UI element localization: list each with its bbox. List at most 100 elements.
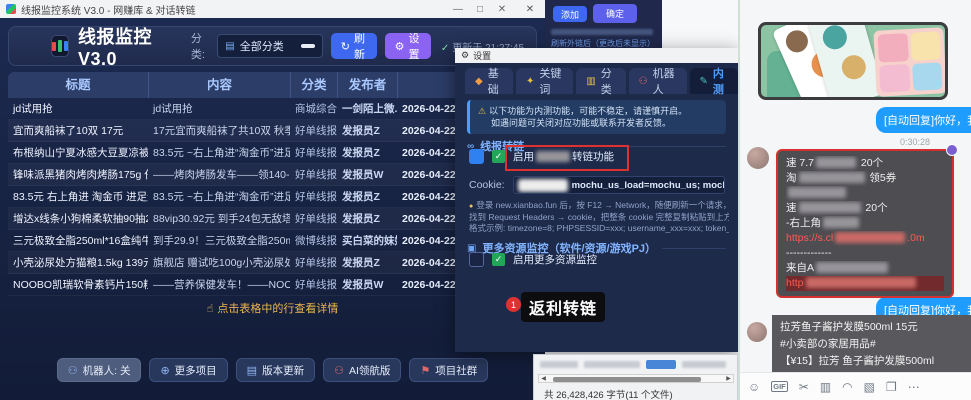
check-icon: ✓ bbox=[441, 43, 449, 54]
message-text: -右上角 bbox=[786, 217, 821, 229]
refresh-button[interactable]: ↻ 刷新 bbox=[331, 33, 377, 59]
blurred-segment bbox=[806, 277, 916, 288]
blurred-file-text bbox=[682, 361, 726, 368]
close-button[interactable]: ✕ bbox=[495, 4, 509, 15]
confirm-button[interactable]: 确定 bbox=[593, 4, 637, 23]
settings-button[interactable]: ⚙ 设置 bbox=[385, 33, 431, 59]
toolbar-button-label: 机器人: 关 bbox=[83, 363, 131, 378]
folder-icon[interactable]: ▥ bbox=[820, 380, 831, 394]
message-line: 淘 领5券 bbox=[786, 171, 944, 186]
clipboard-icon: ▤ bbox=[225, 41, 234, 52]
message-line: ------------- bbox=[786, 246, 944, 261]
table-cell: jd试用抢 bbox=[148, 101, 290, 116]
diamond-icon: ◆ bbox=[475, 76, 483, 87]
tip-line: ●登录 new.xianbao.fun 后，按 F12 → Network，随便… bbox=[469, 200, 729, 212]
message-text: 领5券 bbox=[867, 172, 897, 184]
toolbar-button-label: 更多项目 bbox=[175, 363, 217, 378]
horizontal-scrollbar[interactable]: ◀ ▶ bbox=[538, 374, 734, 383]
column-header[interactable]: 分类 bbox=[290, 72, 337, 98]
column-header[interactable]: 标题 bbox=[8, 72, 148, 98]
table-cell: 83.5元 ~右上角进“淘金币”进足迹... bbox=[148, 189, 290, 204]
table-cell: 好单线报-... bbox=[290, 189, 337, 204]
message-text: ------------- bbox=[786, 247, 831, 259]
message-line: 拉芳鱼子酱护发膜500ml 15元 bbox=[780, 319, 965, 336]
tab-机器人[interactable]: ⚇机器人 bbox=[629, 68, 687, 94]
maximize-button[interactable]: □ bbox=[473, 4, 487, 15]
column-header[interactable]: 内容 bbox=[148, 72, 290, 98]
avatar[interactable] bbox=[747, 322, 767, 342]
blurred-file-text bbox=[584, 361, 640, 368]
warning-text-2: 如遇问题可关闭对应功能或联系开发者反馈。 bbox=[491, 118, 671, 128]
folder-icon: ▥ bbox=[586, 76, 595, 87]
table-cell: 旗舰店 赠试吃100g小壳泌尿处方猫粮... bbox=[148, 255, 290, 270]
message-text: 20个 bbox=[863, 202, 888, 214]
message-text: 淘 bbox=[786, 172, 797, 184]
scroll-right-icon[interactable]: ▶ bbox=[724, 375, 733, 382]
headset-icon[interactable]: ◠ bbox=[842, 380, 852, 394]
column-header[interactable]: 发布者 bbox=[337, 72, 397, 98]
tip-block: ●登录 new.xianbao.fun 后，按 F12 → Network，随便… bbox=[469, 200, 729, 234]
bulb-icon: ● bbox=[469, 203, 473, 210]
gif-icon[interactable]: GIF bbox=[771, 381, 788, 392]
gear-icon: ⚙ bbox=[395, 40, 405, 53]
window-icon[interactable]: ❐ bbox=[886, 380, 897, 394]
table-cell: 布根纳山宁夏冰感大豆夏凉被 83.5元 bbox=[8, 145, 148, 160]
blurred-segment bbox=[799, 172, 865, 183]
checkbox-unchecked[interactable] bbox=[469, 252, 484, 267]
toolbar-button-5[interactable]: ⚑项目社群 bbox=[409, 358, 488, 382]
close-icon[interactable]: ✕ bbox=[526, 4, 534, 15]
chat-message-product: 拉芳鱼子酱护发膜500ml 15元#小卖部の家居用品#【¥15】拉芳 鱼子酱护发… bbox=[772, 315, 971, 372]
message-line: 【¥15】拉芳 鱼子酱护发膜500ml bbox=[780, 353, 965, 370]
category-dropdown[interactable]: ▤ 全部分类 bbox=[217, 34, 322, 58]
tab-分类[interactable]: ▥ 分类 bbox=[576, 68, 625, 94]
add-button[interactable]: 添加 bbox=[553, 6, 587, 22]
chat-window: [自动回复]你好，我现 0:30:28 速 7.7 20个淘 领5券速 20个-… bbox=[738, 0, 971, 400]
blurred-file-text bbox=[540, 361, 578, 368]
table-cell: 微博线报-... bbox=[290, 233, 337, 248]
scroll-left-icon[interactable]: ◀ bbox=[539, 375, 548, 382]
tab-关键词[interactable]: ✦关键词 bbox=[516, 68, 573, 94]
avatar[interactable] bbox=[747, 147, 769, 169]
minimize-button[interactable]: — bbox=[451, 4, 465, 15]
cookie-label: Cookie: bbox=[469, 179, 505, 191]
toolbar-button-4[interactable]: ⚇ AI领航版 bbox=[323, 358, 401, 382]
message-text: 20个 bbox=[858, 157, 883, 169]
table-cell: 一剑陌上微... bbox=[337, 101, 397, 116]
message-line: 来自A bbox=[786, 261, 944, 276]
toolbar-button-2[interactable]: ⊕ 更多项目 bbox=[149, 358, 227, 382]
robot-icon: ⚇ bbox=[334, 364, 344, 377]
tab-内测[interactable]: ✎内测 bbox=[690, 68, 739, 94]
screenshot-stage: 线报监控系统 V3.0 - 网赚库 & 对话转链 — □ ✕ ✕ 线报监控 V3… bbox=[0, 0, 971, 400]
annotation-number-badge: 1 bbox=[506, 297, 521, 312]
checkbox-checked-icon[interactable]: ✓ bbox=[492, 253, 505, 266]
gear-icon: ⚙ bbox=[461, 50, 469, 61]
toolbar-button-1[interactable]: ⚇机器人: 关 bbox=[57, 358, 142, 382]
emoji-icon[interactable]: ☺ bbox=[748, 380, 760, 394]
table-cell: 发报员Z bbox=[337, 145, 397, 160]
table-cell: 好单线报-... bbox=[290, 255, 337, 270]
globe-icon: ⊕ bbox=[160, 364, 169, 377]
toolbar-button-label: AI领航版 bbox=[349, 363, 390, 378]
product-image[interactable] bbox=[758, 22, 948, 100]
table-cell: 宜而爽船袜了10双 17元 bbox=[8, 123, 148, 138]
cookie-input[interactable]: mochu_us_load=mochu_us; mochu_us_notice bbox=[513, 176, 725, 194]
file-explorer-fragment: ◀ ▶ 共 26,428,426 字节(11 个文件) bbox=[533, 354, 738, 400]
key-icon: ✦ bbox=[526, 76, 534, 87]
checkbox-checked-icon[interactable]: ✓ bbox=[492, 150, 505, 163]
tip-line: 格式示例: timezone=8; PHPSESSID=xxx; usernam… bbox=[469, 223, 729, 234]
more-icon[interactable]: ⋯ bbox=[908, 380, 920, 394]
blue-toggle-square[interactable] bbox=[469, 149, 484, 164]
message-line: -右上角 bbox=[786, 216, 944, 231]
tab-label: 机器人 bbox=[653, 65, 677, 97]
toolbar-button-3[interactable]: ▤版本更新 bbox=[236, 358, 315, 382]
tab-基础[interactable]: ◆基础 bbox=[465, 68, 513, 94]
page-title: 线报监控 V3.0 bbox=[78, 23, 165, 70]
window-title: 线报监控系统 V3.0 - 网赚库 & 对话转链 bbox=[21, 2, 195, 17]
annotation-label: 返利转链 bbox=[521, 292, 605, 322]
table-cell: 好单线报-... bbox=[290, 211, 337, 226]
screenshot-icon[interactable]: ✂ bbox=[799, 380, 809, 394]
tab-label: 分类 bbox=[601, 65, 616, 97]
tab-label: 内测 bbox=[713, 65, 728, 97]
image-icon[interactable]: ▧ bbox=[864, 380, 875, 394]
scrollbar-thumb[interactable] bbox=[553, 377, 701, 382]
